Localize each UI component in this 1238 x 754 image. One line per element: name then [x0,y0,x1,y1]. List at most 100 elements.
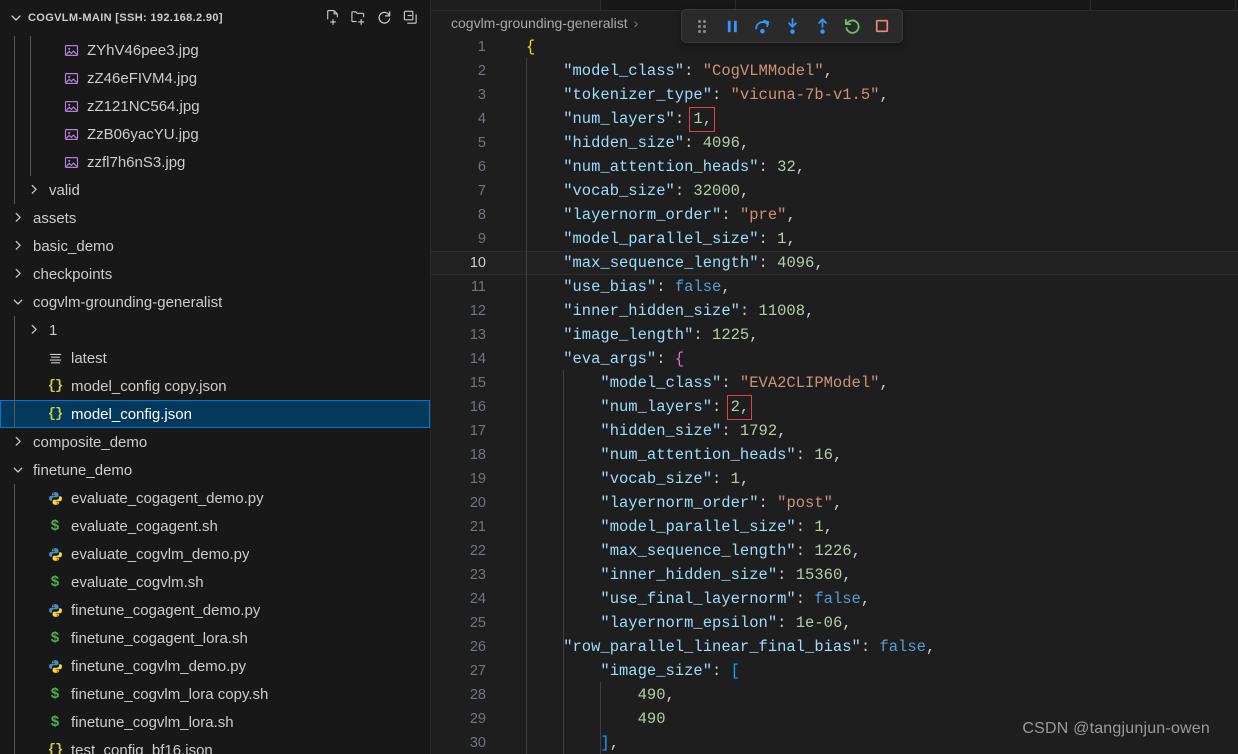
tree-item-folder[interactable]: composite_demo [0,428,430,456]
code-line[interactable]: 19 "vocab_size": 1, [431,466,1238,492]
code-line[interactable]: 25 "layernorm_epsilon": 1e-06, [431,610,1238,636]
new-folder-icon[interactable] [346,7,370,29]
tree-item-file[interactable]: ZzB06yacYU.jpg [0,120,430,148]
chevron-down-icon[interactable] [8,10,24,26]
code-line[interactable]: 16 "num_layers": 2, [431,394,1238,420]
code-token: "num_attention_heads" [563,158,759,176]
code-line[interactable]: 7 "vocab_size": 32000, [431,178,1238,204]
tree-item-file[interactable]: {} model_config copy.json [0,372,430,400]
code-line[interactable]: 6 "num_attention_heads": 32, [431,154,1238,180]
chevron-right-icon[interactable] [8,434,28,450]
tree-item-file[interactable]: zzfl7h6nS3.jpg [0,148,430,176]
stop-icon[interactable] [868,13,896,39]
restart-icon[interactable] [838,13,866,39]
code-line[interactable]: 28 490, [431,682,1238,708]
chevron-right-icon[interactable] [8,238,28,254]
tree-item-file[interactable]: $ finetune_cogvlm_lora copy.sh [0,680,430,708]
tree-item-file[interactable]: finetune_cogvlm_demo.py [0,652,430,680]
tree-item-folder[interactable]: checkpoints [0,260,430,288]
tree-item-file[interactable]: zZ46eFIVM4.jpg [0,64,430,92]
code-token: "vocab_size" [600,470,713,488]
new-file-icon[interactable] [320,7,344,29]
indent-guide [563,730,565,754]
tree-item-folder[interactable]: cogvlm-grounding-generalist [0,288,430,316]
code-line[interactable]: 17 "hidden_size": 1792, [431,418,1238,444]
code-line[interactable]: 27 "image_size": [ [431,658,1238,684]
code-line[interactable]: 20 "layernorm_order": "post", [431,490,1238,516]
tree-item-file[interactable]: $ evaluate_cogvlm.sh [0,568,430,596]
code-token: "EVA2CLIPModel" [739,374,880,392]
tree-item-file[interactable]: latest [0,344,430,372]
code-tokens: "hidden_size": 4096, [508,134,749,152]
code-line[interactable]: 18 "num_attention_heads": 16, [431,442,1238,468]
tree-item-file[interactable]: evaluate_cogagent_demo.py [0,484,430,512]
chevron-down-icon[interactable] [8,462,28,478]
breadcrumb-folder[interactable]: cogvlm-grounding-generalist [451,15,628,31]
editor-tab[interactable] [431,0,601,10]
code-line[interactable]: 24 "use_final_layernorm": false, [431,586,1238,612]
tree-item-file[interactable]: ZYhV46pee3.jpg [0,36,430,64]
indent-guide [563,490,565,516]
tree-item-file[interactable]: finetune_cogagent_demo.py [0,596,430,624]
code-editor[interactable]: 1 {2 "model_class": "CogVLMModel", 3 "tokeni… [431,35,1238,754]
step-out-icon[interactable] [808,13,836,39]
code-line-text: "num_layers": 1, [508,106,1238,132]
chevron-right-icon[interactable] [8,210,28,226]
line-number: 6 [477,159,486,175]
code-tokens: "num_attention_heads": 32, [508,158,805,176]
python-file-icon [44,659,66,674]
shell-file-icon: $ [50,685,60,703]
editor-tab[interactable] [1091,0,1236,10]
code-line[interactable]: 13 "image_length": 1225, [431,322,1238,348]
code-line[interactable]: 10 "max_sequence_length": 4096, [431,250,1238,276]
debug-toolbar[interactable] [681,9,903,43]
tree-indent-guide [14,92,15,120]
step-into-icon[interactable] [778,13,806,39]
collapse-all-icon[interactable] [398,7,422,29]
line-number: 29 [469,711,486,727]
tree-item-file[interactable]: zZ121NC564.jpg [0,92,430,120]
drag-handle-icon[interactable] [688,13,716,39]
chevron-right-icon[interactable] [24,322,44,338]
code-line[interactable]: 5 "hidden_size": 4096, [431,130,1238,156]
tree-item-file[interactable]: $ finetune_cogvlm_lora.sh [0,708,430,736]
tree-indent-guide [14,736,15,754]
tree-item-folder[interactable]: basic_demo [0,232,430,260]
tree-item-selected[interactable]: {} model_config.json [0,400,430,428]
code-line[interactable]: 26 "row_parallel_linear_final_bias": fals… [431,634,1238,660]
refresh-icon[interactable] [372,7,396,29]
pause-icon[interactable] [718,13,746,39]
tree-item-file[interactable]: {} test_config_bf16.json [0,736,430,754]
code-line[interactable]: 21 "model_parallel_size": 1, [431,514,1238,540]
tree-item-folder[interactable]: assets [0,204,430,232]
code-line[interactable]: 14 "eva_args": { [431,346,1238,372]
chevron-right-icon[interactable] [8,266,28,282]
code-line[interactable]: 9 "model_parallel_size": 1, [431,226,1238,252]
tree-item-folder[interactable]: 1 [0,316,430,344]
chevron-right-icon[interactable] [24,182,44,198]
tree-item-folder[interactable]: finetune_demo [0,456,430,484]
tree-item-file[interactable]: $ evaluate_cogagent.sh [0,512,430,540]
tree-item-file[interactable]: evaluate_cogvlm_demo.py [0,540,430,568]
tree-item-file[interactable]: $ finetune_cogagent_lora.sh [0,624,430,652]
code-line[interactable]: 22 "max_sequence_length": 1226, [431,538,1238,564]
code-token: : [712,86,731,104]
code-line[interactable]: 11 "use_bias": false, [431,274,1238,300]
code-line[interactable]: 23 "inner_hidden_size": 15360, [431,562,1238,588]
code-line[interactable]: 3 "tokenizer_type": "vicuna-7b-v1.5", [431,82,1238,108]
code-token: : [721,374,740,392]
code-line[interactable]: 8 "layernorm_order": "pre", [431,202,1238,228]
tree-item-folder[interactable]: valid [0,176,430,204]
code-line[interactable]: 2 "model_class": "CogVLMModel", [431,58,1238,84]
step-over-icon[interactable] [748,13,776,39]
code-line[interactable]: 4 "num_layers": 1, [431,106,1238,132]
indent-guide [526,706,527,732]
code-line[interactable]: 12 "inner_hidden_size": 11008, [431,298,1238,324]
code-line-text: "inner_hidden_size": 15360, [508,562,1238,588]
code-token: 4096 [702,134,740,152]
chevron-down-icon[interactable] [8,294,28,310]
indent-guide [526,202,527,228]
code-line[interactable]: 15 "model_class": "EVA2CLIPModel", [431,370,1238,396]
tree-indent-guide [14,652,15,680]
file-tree[interactable]: ZYhV46pee3.jpg zZ46eFIVM4.jpg zZ121NC564.j… [0,35,430,754]
